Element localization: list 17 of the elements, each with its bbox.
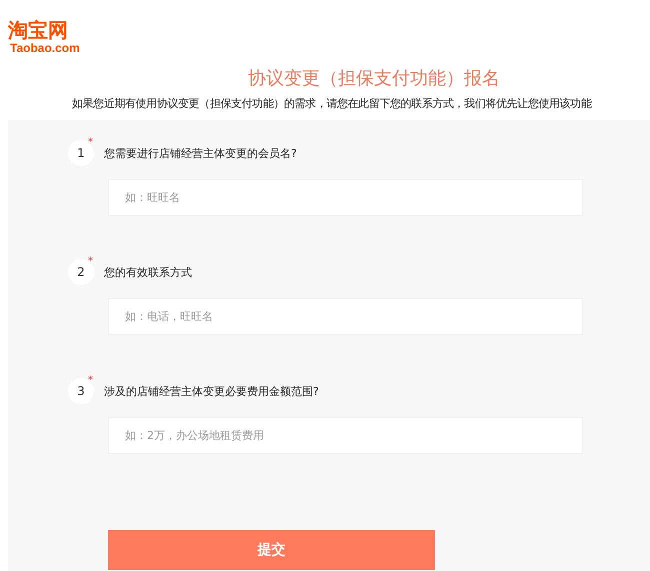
question-label: 您的有效联系方式 xyxy=(104,264,192,280)
question-number: 1 * xyxy=(68,140,94,166)
input-field[interactable]: 如：2万，办公场地租赁费用 xyxy=(108,417,583,454)
question-label: 涉及的店铺经营主体变更必要费用金额范围? xyxy=(104,384,319,398)
page-title: 协议变更（担保支付功能）报名 xyxy=(247,67,500,91)
logo-domain: Taobao.com xyxy=(9,42,80,55)
required-mark: * xyxy=(88,256,93,267)
logo-text: 淘宝网 xyxy=(8,18,68,42)
question-number: 3 * xyxy=(68,378,94,404)
required-mark: * xyxy=(88,137,93,148)
input-field[interactable]: 如：旺旺名 xyxy=(108,179,583,216)
page-subtitle: 如果您近期有使用协议变更（担保支付功能）的需求，请您在此留下您的联系方式，我们将优先让您使用该功能 xyxy=(71,96,592,112)
submit-button[interactable]: 提交 xyxy=(108,530,435,570)
required-mark: * xyxy=(88,375,93,386)
question-number: 2 * xyxy=(68,259,94,285)
question-label: 您需要进行店铺经营主体变更的会员名? xyxy=(104,146,297,160)
input-field[interactable]: 如：电话，旺旺名 xyxy=(108,298,583,335)
